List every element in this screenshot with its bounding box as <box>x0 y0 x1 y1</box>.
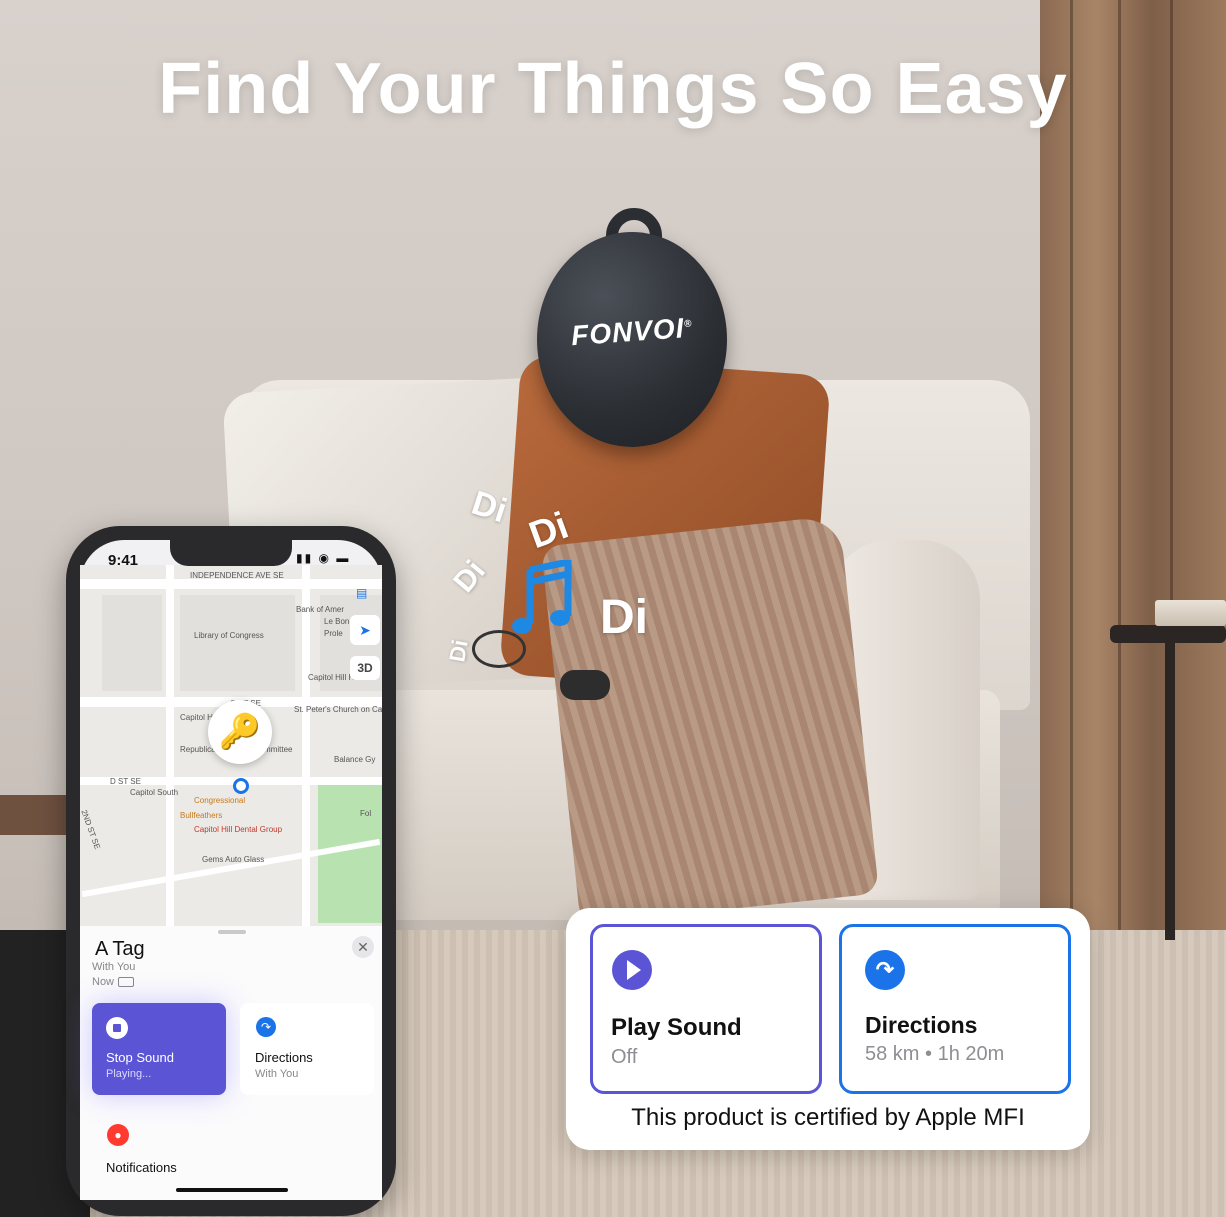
map-3d-button[interactable]: 3D <box>350 656 380 680</box>
location-arrow-icon[interactable]: ➤ <box>350 615 380 645</box>
sound-word: Di <box>600 591 648 644</box>
knit-throw <box>540 515 880 925</box>
stop-square <box>113 1024 121 1032</box>
directions-tile[interactable] <box>839 924 1071 1094</box>
location-dot-icon <box>233 778 249 794</box>
item-title: A Tag <box>95 938 145 960</box>
notifications-label[interactable]: Notifications <box>106 1160 177 1175</box>
side-table <box>1110 625 1226 643</box>
map-label: D ST SE <box>110 777 141 786</box>
phone-notch <box>170 540 292 566</box>
map-label: Le Bon <box>324 617 350 626</box>
item-time: Now <box>92 976 115 988</box>
wood-wall-panel <box>1040 0 1226 940</box>
map-label: Bank of Amer <box>296 605 345 614</box>
map-label: Gems Auto Glass <box>202 855 265 864</box>
product-scene: Find Your Things So Easy FONVOI® Di Di D… <box>0 0 1226 1217</box>
map-label: INDEPENDENCE AVE SE <box>190 571 284 580</box>
sheet-grabber[interactable] <box>218 930 246 934</box>
directions-label: Directions <box>255 1050 313 1065</box>
music-note-icon <box>512 560 572 634</box>
status-icons: ▮▮ ◉ ▬ <box>296 551 351 565</box>
key-fob <box>560 670 610 700</box>
home-indicator[interactable] <box>176 1188 288 1192</box>
map-label: Congressional <box>194 796 246 805</box>
bell-icon[interactable]: ● <box>107 1124 129 1146</box>
map-mode-icon[interactable]: ▤ <box>356 586 367 600</box>
play-sound-status: Off <box>611 1046 638 1068</box>
directions-status: With You <box>255 1068 299 1080</box>
map-label: Capitol South <box>130 788 179 797</box>
sound-word: Di <box>444 637 473 664</box>
close-icon[interactable]: ✕ <box>352 936 374 958</box>
map-label: 2ND ST SE <box>80 808 102 851</box>
map-label: Prole <box>324 629 343 638</box>
side-table-leg <box>1165 640 1175 940</box>
key-icon[interactable]: 🔑 <box>208 700 272 764</box>
books <box>1155 600 1226 626</box>
map-label: Library of Congress <box>194 631 264 640</box>
battery-icon <box>118 977 134 987</box>
certification-text: This product is certified by Apple MFI <box>631 1104 1025 1131</box>
shelf <box>0 795 70 835</box>
map-label: Capitol Hill Dental Group <box>194 825 283 834</box>
directions-tile-detail: 58 km • 1h 20m <box>865 1043 1005 1065</box>
map-label: Balance Gy <box>334 755 376 764</box>
play-triangle <box>627 960 641 980</box>
key-ring <box>472 630 526 668</box>
stop-sound-status: Playing... <box>106 1068 152 1080</box>
map-label: St. Peter's Church on Capitol Hill <box>294 705 382 714</box>
map-label: Fol <box>360 809 372 818</box>
item-subtitle: With You <box>92 961 136 973</box>
directions-arrow-icon: ↷ <box>256 1017 276 1037</box>
stop-sound-label: Stop Sound <box>106 1050 174 1065</box>
directions-arrow-icon: ↷ <box>865 950 905 990</box>
headline: Find Your Things So Easy <box>158 49 1068 129</box>
map-label: Bullfeathers <box>180 811 223 820</box>
status-time: 9:41 <box>108 552 139 569</box>
directions-tile-label: Directions <box>865 1012 978 1038</box>
play-sound-label: Play Sound <box>611 1014 742 1041</box>
directions-button[interactable] <box>240 1003 374 1095</box>
